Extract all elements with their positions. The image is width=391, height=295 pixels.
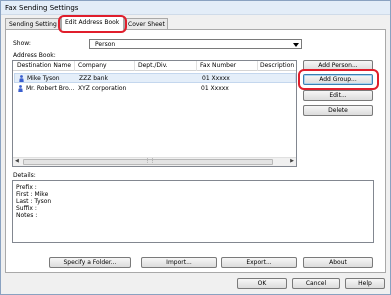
title-bar: Fax Sending Settings xyxy=(1,1,390,15)
details-prefix: Prefix : xyxy=(16,184,37,191)
show-selected-value: Person xyxy=(95,41,116,48)
cell-destination-name: Mike Tyson xyxy=(27,75,60,82)
column-header-description[interactable]: Description xyxy=(260,62,294,69)
cell-company: ZZZ bank xyxy=(79,75,109,82)
column-divider xyxy=(196,61,197,71)
export-button[interactable]: Export... xyxy=(221,257,297,268)
column-header-fax-number[interactable]: Fax Number xyxy=(200,62,236,69)
column-header-destination-name[interactable]: Destination Name xyxy=(17,62,71,69)
scrollbar-grip-icon: ⋮⋮ xyxy=(145,158,155,164)
address-book-list[interactable]: Destination Name Company Dept./Div. Fax … xyxy=(12,60,297,167)
person-icon xyxy=(18,85,23,92)
about-button[interactable]: About xyxy=(303,257,373,268)
cell-fax-number: 01 Xxxxx xyxy=(201,85,229,92)
list-header: Destination Name Company Dept./Div. Fax … xyxy=(13,61,296,71)
cell-company: XYZ corporation xyxy=(78,85,127,92)
show-dropdown[interactable]: Person xyxy=(89,39,302,49)
ok-button[interactable]: OK xyxy=(237,278,287,289)
person-icon xyxy=(19,75,24,82)
horizontal-scrollbar[interactable]: ◀ ⋮⋮ ▶ xyxy=(13,157,296,166)
details-notes: Notes : xyxy=(16,212,38,219)
tab-label: Sending Setting xyxy=(9,21,57,28)
scroll-right-arrow-icon[interactable]: ▶ xyxy=(290,158,294,164)
specify-folder-button[interactable]: Specify a Folder... xyxy=(49,257,131,268)
tab-label: Cover Sheet xyxy=(128,21,165,28)
cell-fax-number: 01 Xxxxx xyxy=(202,75,230,82)
help-button[interactable]: Help xyxy=(345,278,385,289)
cell-destination-name: Mr. Robert Bro... xyxy=(26,85,75,92)
column-divider xyxy=(134,61,135,71)
details-suffix: Suffix : xyxy=(16,205,37,212)
show-label: Show: xyxy=(13,40,31,47)
scroll-left-arrow-icon[interactable]: ◀ xyxy=(15,158,19,164)
tab-highlight-ring xyxy=(58,15,127,33)
add-group-highlight-ring xyxy=(298,69,379,90)
column-divider xyxy=(74,61,75,71)
table-row[interactable]: Mr. Robert Bro... XYZ corporation 01 Xxx… xyxy=(14,84,296,94)
column-divider xyxy=(257,61,258,71)
details-label: Details: xyxy=(13,172,36,179)
column-header-company[interactable]: Company xyxy=(78,62,107,69)
window-title: Fax Sending Settings xyxy=(5,4,79,12)
edit-button[interactable]: Edit... xyxy=(303,90,373,101)
cancel-button[interactable]: Cancel xyxy=(292,278,340,289)
delete-button[interactable]: Delete xyxy=(303,105,373,116)
table-row[interactable]: Mike Tyson ZZZ bank 01 Xxxxx xyxy=(14,73,296,83)
chevron-down-icon xyxy=(293,43,299,47)
fax-sending-settings-window: Fax Sending Settings Sending Setting Edi… xyxy=(0,0,391,295)
address-book-label: Address Book: xyxy=(13,52,56,59)
details-last: Last : Tyson xyxy=(16,198,52,205)
details-box: Prefix : First : Mike Last : Tyson Suffi… xyxy=(12,180,374,243)
import-button[interactable]: Import... xyxy=(141,257,217,268)
details-first: First : Mike xyxy=(16,191,49,198)
column-header-dept[interactable]: Dept./Div. xyxy=(138,62,168,69)
